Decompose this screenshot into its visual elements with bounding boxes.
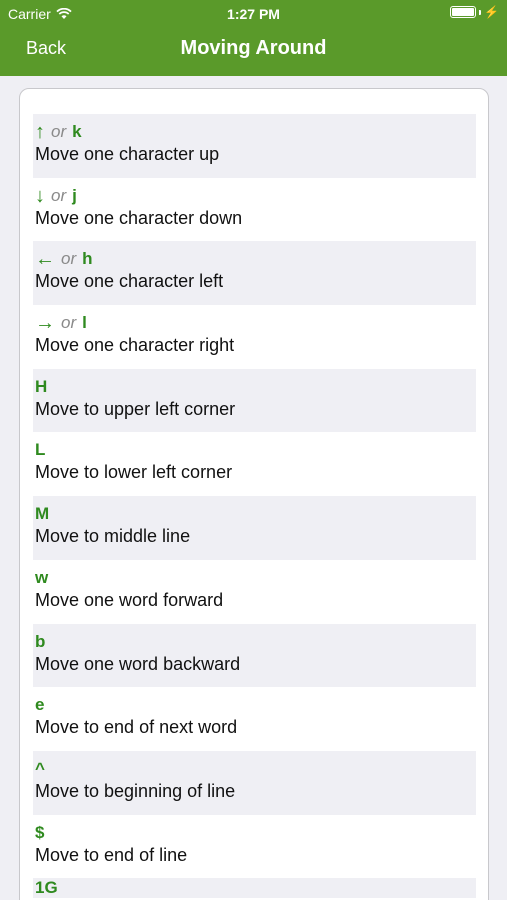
command-key: w [35,567,49,587]
list-item: 1G [33,878,476,899]
list-item: e Move to end of next word [33,687,476,751]
list-item: ^ Move to beginning of line [33,750,476,815]
list-item: ← or h Move one character left [33,241,476,306]
list-item: → or l Move one character right [33,305,476,369]
command-description: Move to middle line [35,526,191,547]
command-description: Move to end of line [35,844,188,865]
or-label: or [51,185,67,205]
list-item: ↓ or j Move one character down [33,178,476,242]
command-key: M [35,504,50,524]
command-description: Move one word forward [35,589,224,610]
list-item: w Move one word forward [33,560,476,624]
list-item: b Move one word backward [33,623,476,688]
commands-card[interactable]: ↑ or k Move one character up ↓ or j Move… [19,88,489,900]
list-item: $ Move to end of line [33,815,476,879]
command-description: Move one character up [35,144,220,164]
down-arrow-icon: ↓ [35,184,45,207]
command-description: Move one character down [35,207,243,228]
command-key: j [72,185,77,205]
command-key: L [35,440,46,460]
list-item: ↑ or k Move one character up [33,114,476,178]
or-label: or [61,313,77,333]
command-key: 1G [35,878,58,898]
charging-icon: ⚡ [484,5,499,19]
battery-icon: ⚡ [450,6,499,18]
list-item: L Move to lower left corner [33,432,476,496]
command-key: H [35,376,48,396]
right-arrow-icon: → [35,312,55,335]
command-key: b [35,631,46,651]
command-key: h [82,249,93,269]
command-description: Move to end of next word [35,717,238,738]
command-description: Move one word backward [35,653,241,674]
list-item: H Move to upper left corner [33,368,476,433]
page-title: Moving Around [180,37,327,59]
list-item: M Move to middle line [33,496,476,560]
navigation-bar: Back Moving Around [0,28,507,72]
command-key: ^ [35,758,45,778]
command-key: l [82,313,87,333]
command-description: Move one character right [35,335,235,356]
command-key: e [35,695,45,715]
left-arrow-icon: ← [35,248,55,271]
or-label: or [61,249,77,269]
command-description: Move to beginning of line [35,780,236,801]
command-description: Move to upper left corner [35,398,236,419]
command-key: k [72,122,82,141]
or-label: or [51,122,67,141]
status-time: 1:27 PM [227,6,280,22]
commands-list: ↑ or k Move one character up ↓ or j Move… [33,114,476,899]
command-description: Move to lower left corner [35,462,233,483]
header-bar: Carrier 1:27 PM ⚡ Back Moving Around [0,0,507,76]
command-key: $ [35,822,45,842]
status-bar: Carrier 1:27 PM ⚡ [0,0,507,28]
command-description: Move one character left [35,271,224,292]
up-arrow-icon: ↑ [35,121,45,143]
